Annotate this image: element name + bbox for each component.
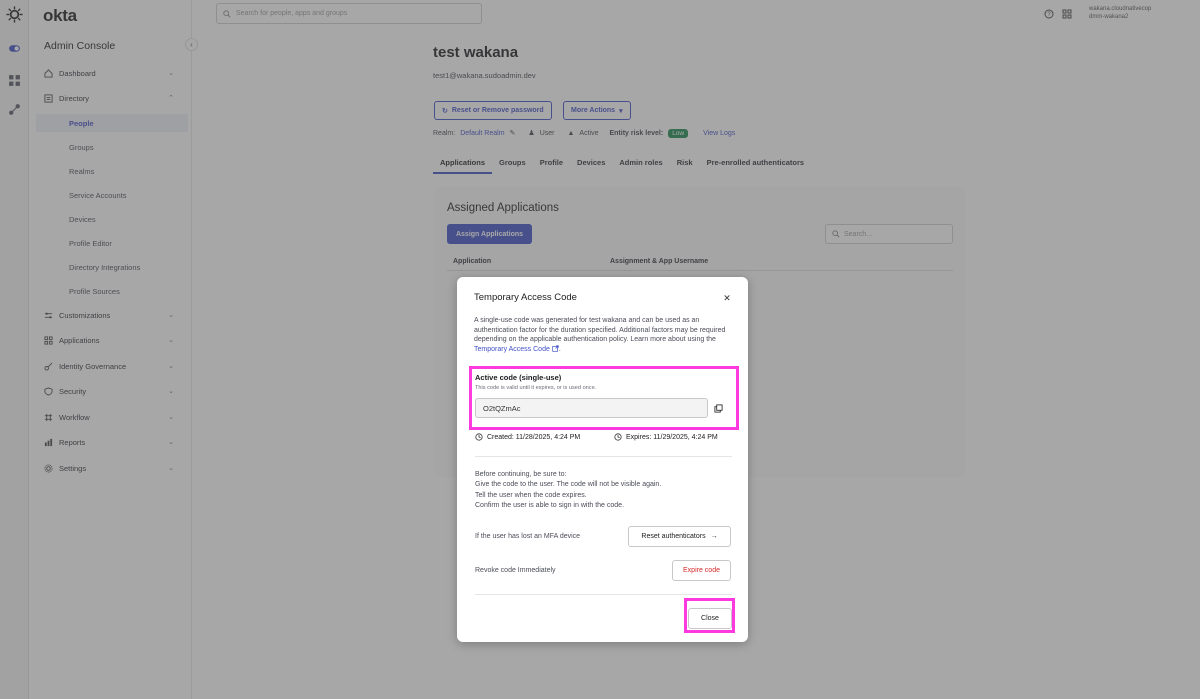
revoke-label: Revoke code Immediately	[475, 567, 556, 574]
created-date: Created: 11/28/2025, 4:24 PM	[475, 433, 580, 441]
before-continuing-list: Before continuing, be sure to: Give the …	[475, 470, 732, 512]
temporary-access-code-link[interactable]: Temporary Access Code	[474, 346, 550, 353]
expires-text: Expires: 11/29/2025, 4:24 PM	[626, 433, 718, 441]
reset-authenticators-button[interactable]: Reset authenticators →	[628, 526, 731, 547]
before-intro: Before continuing, be sure to:	[475, 471, 567, 478]
divider	[475, 594, 732, 595]
description-text: A single-use code was generated for test…	[474, 317, 726, 344]
divider	[475, 456, 732, 457]
arrow-right-icon: →	[710, 533, 718, 540]
external-link-icon	[552, 345, 559, 352]
created-text: Created: 11/28/2025, 4:24 PM	[487, 433, 581, 441]
close-icon[interactable]: ✕	[722, 293, 732, 303]
highlight-box-close	[684, 598, 735, 633]
list-item: Confirm the user is able to sign in with…	[475, 502, 625, 510]
highlight-box-code	[469, 366, 739, 430]
expires-date: Expires: 11/29/2025, 4:24 PM	[614, 433, 718, 441]
lost-device-label: If the user has lost an MFA device	[475, 533, 581, 540]
list-item: Give the code to the user. The code will…	[475, 481, 662, 489]
expire-code-button[interactable]: Expire code	[672, 560, 731, 581]
list-item: Tell the user when the code expires.	[475, 491, 587, 499]
button-label: Reset authenticators	[641, 533, 706, 540]
dialog-description: A single-use code was generated for test…	[474, 317, 726, 353]
dialog-title: Temporary Access Code	[474, 292, 577, 303]
clock-icon	[475, 433, 483, 441]
clock-icon	[614, 433, 622, 441]
